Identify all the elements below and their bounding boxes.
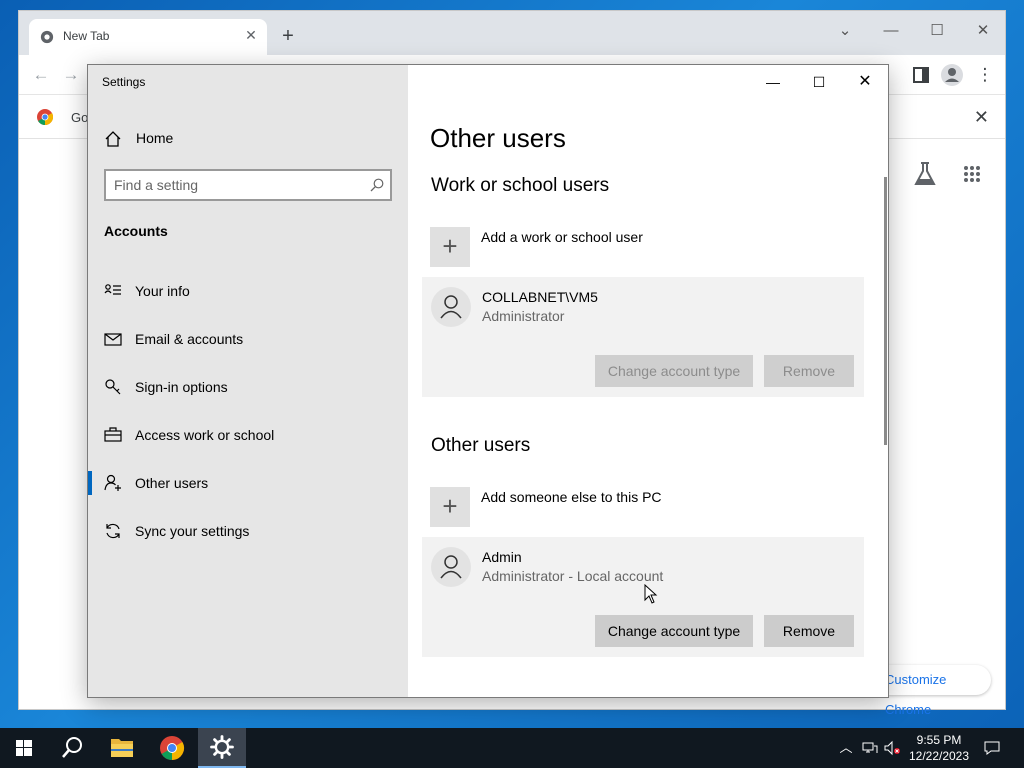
sidebar-item-your-info[interactable]: Your info	[88, 271, 408, 311]
show-hidden-icons-chevron-icon[interactable]: ︿	[838, 740, 854, 756]
mouse-cursor-icon	[644, 584, 658, 604]
person-icon	[440, 555, 462, 579]
clock-date: 12/22/2023	[908, 749, 970, 763]
page-title: Other users	[430, 123, 566, 153]
file-explorer-button[interactable]	[98, 728, 146, 768]
user-role: Administrator - Local account	[482, 568, 664, 584]
plus-icon: +	[430, 487, 470, 527]
user-avatar	[431, 287, 471, 327]
search-taskbar-button[interactable]	[48, 728, 96, 768]
mail-icon	[104, 333, 122, 346]
settings-sidebar: Settings Home Accounts Your info Email &	[88, 65, 408, 697]
content-scrollbar[interactable]	[884, 177, 887, 445]
add-work-school-user[interactable]: + Add a work or school user	[430, 227, 850, 267]
settings-minimize-button[interactable]: —	[750, 67, 796, 97]
tab-close-icon[interactable]: ✕	[243, 27, 259, 43]
chrome-menu-icon[interactable]: ⋮	[975, 65, 995, 85]
chrome-taskbar-button[interactable]	[148, 728, 196, 768]
work-school-heading: Work or school users	[431, 175, 610, 196]
windows-logo-icon	[16, 740, 32, 756]
settings-close-button[interactable]: ✕	[842, 67, 888, 97]
labs-flask-icon[interactable]	[913, 161, 937, 187]
customize-chrome-button[interactable]: Customize Chrome	[871, 665, 991, 717]
search-input[interactable]	[114, 176, 364, 194]
notifications-icon[interactable]	[984, 740, 1000, 756]
chrome-minimize-button[interactable]: —	[869, 17, 913, 45]
user-card-admin[interactable]: Admin Administrator - Local account Chan…	[422, 537, 864, 657]
settings-maximize-button[interactable]: ☐	[796, 67, 842, 97]
network-icon[interactable]	[862, 740, 878, 756]
find-setting-search[interactable]	[104, 169, 392, 201]
sidebar-item-sign-in-options[interactable]: Sign-in options	[88, 367, 408, 407]
sidebar-item-email-accounts[interactable]: Email & accounts	[88, 319, 408, 359]
accounts-section-heading: Accounts	[104, 223, 168, 239]
your-info-icon	[104, 284, 121, 295]
key-icon	[105, 379, 121, 395]
chrome-maximize-button[interactable]: ☐	[915, 17, 959, 45]
chrome-tab-new-tab[interactable]: New Tab ✕	[29, 19, 267, 55]
active-indicator	[88, 471, 92, 495]
chrome-tab-search-icon[interactable]: ⌄	[823, 17, 867, 45]
sidebar-item-label: Email & accounts	[135, 331, 244, 347]
search-icon[interactable]	[370, 178, 384, 192]
sidebar-item-label: Other users	[135, 475, 209, 491]
person-icon	[440, 295, 462, 319]
user-avatar	[431, 547, 471, 587]
plus-icon: +	[430, 227, 470, 267]
remove-button[interactable]: Remove	[764, 355, 854, 387]
add-someone-label: Add someone else to this PC	[481, 489, 662, 505]
change-account-type-button[interactable]: Change account type	[595, 615, 753, 647]
change-account-type-button[interactable]: Change account type	[595, 355, 753, 387]
settings-window-title: Settings	[102, 75, 146, 89]
chrome-close-button[interactable]: ✕	[961, 17, 1005, 45]
profile-avatar-icon[interactable]	[941, 64, 963, 86]
user-role: Administrator	[482, 308, 565, 324]
new-tab-button[interactable]: +	[277, 25, 299, 47]
volume-muted-icon[interactable]	[884, 740, 900, 756]
sidebar-item-label: Access work or school	[135, 427, 275, 443]
sidebar-home-label: Home	[136, 130, 174, 146]
chrome-tab-title: New Tab	[63, 29, 110, 43]
sidebar-item-other-users[interactable]: Other users	[88, 463, 408, 503]
start-button[interactable]	[0, 728, 48, 768]
settings-window: Settings Home Accounts Your info Email &	[87, 64, 889, 698]
add-work-school-label: Add a work or school user	[481, 229, 643, 245]
user-name: Admin	[482, 549, 522, 565]
chrome-favicon-icon	[40, 30, 54, 44]
gear-icon	[210, 735, 234, 759]
folder-icon	[111, 739, 133, 757]
sidebar-item-label: Sync your settings	[135, 523, 250, 539]
chrome-tab-strip: New Tab ✕ + ⌄ — ☐ ✕	[19, 11, 1005, 55]
home-icon	[105, 131, 121, 147]
chrome-logo-icon	[160, 736, 185, 760]
sidebar-item-label: Sign-in options	[135, 379, 228, 395]
remove-button[interactable]: Remove	[764, 615, 854, 647]
google-apps-icon[interactable]	[963, 165, 981, 183]
sync-icon	[106, 523, 120, 539]
sidebar-item-access-work-school[interactable]: Access work or school	[88, 415, 408, 455]
settings-taskbar-button[interactable]	[198, 728, 246, 768]
infobar-text: Go	[71, 110, 89, 125]
chrome-logo-icon	[37, 109, 53, 125]
taskbar-clock[interactable]: 9:55 PM 12/22/2023	[904, 732, 974, 764]
back-arrow-icon[interactable]: ←	[31, 65, 51, 85]
search-icon	[62, 737, 82, 758]
user-name: COLLABNET\VM5	[482, 289, 598, 305]
briefcase-icon	[104, 427, 122, 442]
clock-time: 9:55 PM	[916, 733, 962, 747]
sidebar-item-label: Your info	[135, 283, 190, 299]
infobar-close-icon[interactable]: ✕	[974, 107, 989, 128]
taskbar: ︿ 9:55 PM 12/22/2023	[0, 728, 1024, 768]
sidebar-item-sync-settings[interactable]: Sync your settings	[88, 511, 408, 551]
add-someone-else[interactable]: + Add someone else to this PC	[430, 487, 850, 527]
add-person-icon	[104, 474, 121, 491]
forward-arrow-icon[interactable]: →	[61, 65, 81, 85]
user-card-collabnet-vm5[interactable]: COLLABNET\VM5 Administrator Change accou…	[422, 277, 864, 397]
side-panel-icon[interactable]	[913, 67, 929, 83]
other-users-heading: Other users	[431, 435, 531, 456]
